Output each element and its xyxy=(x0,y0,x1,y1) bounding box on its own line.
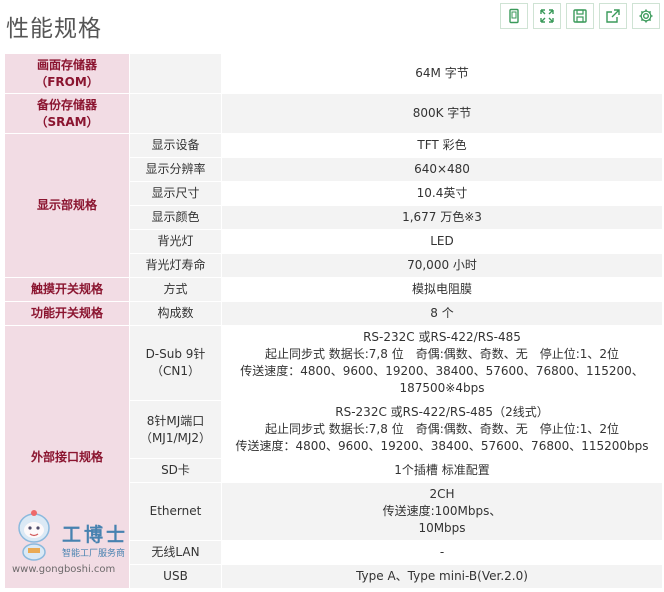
value-cell: 10.4英寸 xyxy=(221,181,663,206)
item-name: SD卡 xyxy=(129,458,222,483)
category-label: 功能开关规格 xyxy=(4,301,130,326)
value-cell: - xyxy=(221,540,663,565)
item-name: 显示分辨率 xyxy=(129,157,222,182)
expand-icon xyxy=(540,9,554,23)
item-name: 背光灯 xyxy=(129,229,222,254)
page-title: 性能规格 xyxy=(6,16,102,42)
spec-table: 画面存储器 （FROM） 64M 字节 备份存储器 （SRAM） 800K 字节… xyxy=(4,53,663,589)
fullscreen-button[interactable] xyxy=(533,3,561,29)
gear-icon xyxy=(639,9,653,23)
toolbar xyxy=(500,3,660,29)
table-row: 备份存储器 （SRAM） 800K 字节 xyxy=(4,93,663,134)
item-name: 方式 xyxy=(129,277,222,302)
empty-cell xyxy=(129,93,222,134)
item-name: 8针MJ端口 （MJ1/MJ2） xyxy=(129,400,222,459)
value-cell: 2CH 传送速度:100Mbps、 10Mbps xyxy=(221,482,663,541)
table-row: 触摸开关规格 方式 模拟电阻膜 xyxy=(4,277,663,302)
value-cell: 8 个 xyxy=(221,301,663,326)
share-icon xyxy=(606,9,620,23)
category-label: 外部接口规格 xyxy=(4,325,130,589)
mobile-icon xyxy=(509,8,519,24)
save-icon xyxy=(573,9,587,23)
save-button[interactable] xyxy=(566,3,594,29)
value-cell: 64M 字节 xyxy=(221,53,663,94)
value-cell: 1个插槽 标准配置 xyxy=(221,458,663,483)
value-cell: 800K 字节 xyxy=(221,93,663,134)
item-name: 构成数 xyxy=(129,301,222,326)
item-name: 显示颜色 xyxy=(129,205,222,230)
category-label: 触摸开关规格 xyxy=(4,277,130,302)
value-cell: RS-232C 或RS-422/RS-485 起止同步式 数据长:7,8 位 奇… xyxy=(221,325,663,401)
item-name: D-Sub 9针 （CN1） xyxy=(129,325,222,401)
value-cell: 70,000 小时 xyxy=(221,253,663,278)
value-cell: 1,677 万色※3 xyxy=(221,205,663,230)
table-row: 功能开关规格 构成数 8 个 xyxy=(4,301,663,326)
value-cell: Type A、Type mini-B(Ver.2.0) xyxy=(221,564,663,589)
value-cell: 640×480 xyxy=(221,157,663,182)
value-cell: TFT 彩色 xyxy=(221,133,663,158)
item-name: Ethernet xyxy=(129,482,222,541)
table-row: 外部接口规格 D-Sub 9针 （CN1） RS-232C 或RS-422/RS… xyxy=(4,325,663,589)
value-cell: LED xyxy=(221,229,663,254)
value-cell: RS-232C 或RS-422/RS-485（2线式） 起止同步式 数据长:7,… xyxy=(221,400,663,459)
item-name: 背光灯寿命 xyxy=(129,253,222,278)
item-name: 无线LAN xyxy=(129,540,222,565)
share-button[interactable] xyxy=(599,3,627,29)
table-row: 画面存储器 （FROM） 64M 字节 xyxy=(4,53,663,94)
empty-cell xyxy=(129,53,222,94)
item-name: USB xyxy=(129,564,222,589)
category-label: 画面存储器 （FROM） xyxy=(4,53,130,94)
item-name: 显示设备 xyxy=(129,133,222,158)
mobile-view-button[interactable] xyxy=(500,3,528,29)
category-label: 备份存储器 （SRAM） xyxy=(4,93,130,134)
table-row: 显示部规格 显示设备 TFT 彩色 xyxy=(4,133,663,278)
value-cell: 模拟电阻膜 xyxy=(221,277,663,302)
category-label: 显示部规格 xyxy=(4,133,130,278)
settings-button[interactable] xyxy=(632,3,660,29)
page-header: 性能规格 xyxy=(0,0,664,52)
item-name: 显示尺寸 xyxy=(129,181,222,206)
